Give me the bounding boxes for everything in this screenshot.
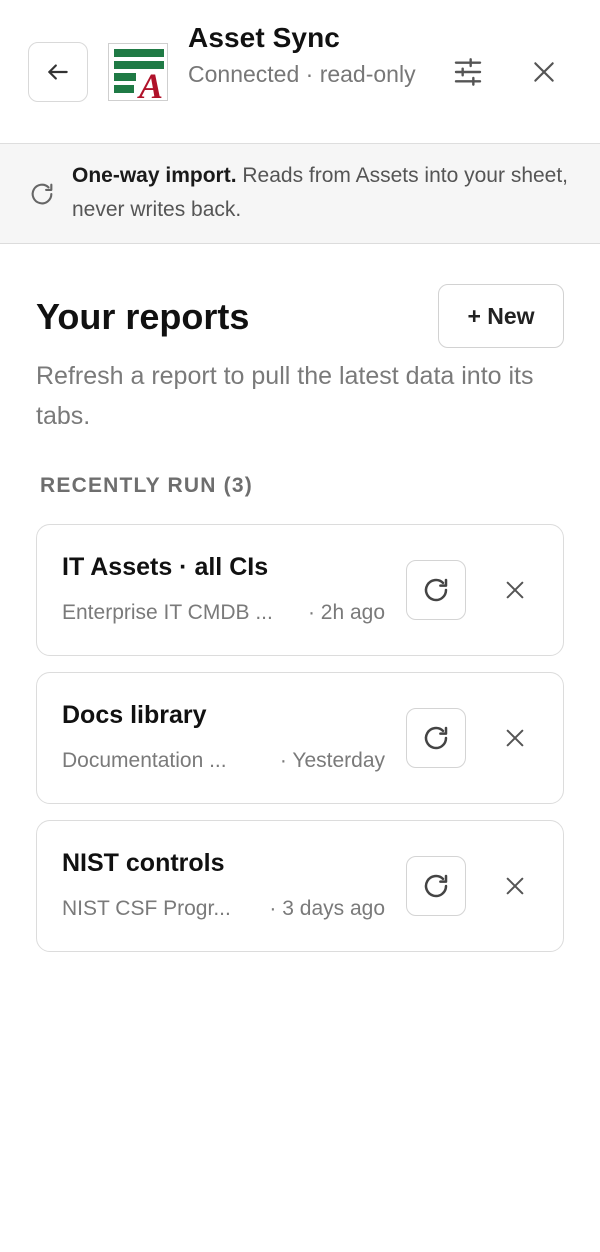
sliders-icon — [454, 58, 482, 86]
close-button[interactable] — [522, 50, 566, 94]
refresh-icon — [424, 874, 448, 898]
refresh-report-button[interactable] — [406, 560, 466, 620]
app-title: Asset Sync — [188, 22, 340, 53]
reports-subtitle: Refresh a report to pull the latest data… — [36, 362, 534, 430]
close-icon — [506, 877, 524, 895]
remove-report-button[interactable] — [493, 864, 537, 908]
recently-run-label: RECENTLY RUN (3) — [40, 474, 253, 497]
report-title: Docs library — [62, 701, 207, 729]
new-report-button[interactable]: + New — [438, 284, 564, 348]
report-time: · 2h ago — [307, 601, 385, 624]
remove-report-button[interactable] — [493, 568, 537, 612]
refresh-report-button[interactable] — [406, 856, 466, 916]
report-source: NIST CSF Progr... — [62, 897, 231, 920]
report-title: NIST controls — [62, 849, 225, 877]
arrow-left-icon — [48, 64, 68, 80]
back-button[interactable] — [28, 42, 88, 102]
close-icon — [506, 729, 524, 747]
report-source: Documentation ... — [62, 749, 227, 772]
refresh-report-button[interactable] — [406, 708, 466, 768]
reports-title: Your reports — [36, 296, 250, 337]
report-source: Enterprise IT CMDB ... — [62, 601, 273, 624]
logo-letter: A — [137, 66, 163, 101]
refresh-icon — [424, 578, 448, 602]
close-icon — [534, 62, 554, 82]
report-time: · Yesterday — [279, 749, 385, 772]
report-time: · 3 days ago — [269, 897, 385, 920]
remove-report-button[interactable] — [493, 716, 537, 760]
refresh-icon — [31, 183, 53, 205]
close-icon — [506, 581, 524, 599]
banner-message: One-way import. Reads from Assets into y… — [72, 159, 572, 227]
refresh-icon — [424, 726, 448, 750]
report-card[interactable]: IT Assets · all CIs Enterprise IT CMDB .… — [36, 524, 564, 656]
app-logo: A — [108, 43, 168, 101]
report-card[interactable]: Docs library Documentation ... · Yesterd… — [36, 672, 564, 804]
report-title: IT Assets · all CIs — [62, 553, 269, 581]
app-header: A Asset Sync Connected · read-only — [0, 0, 600, 144]
banner-bold: One-way import. — [72, 164, 237, 187]
report-card[interactable]: NIST controls NIST CSF Progr... · 3 days… — [36, 820, 564, 952]
connection-status: Connected · read-only — [188, 61, 416, 87]
settings-button[interactable] — [446, 50, 490, 94]
